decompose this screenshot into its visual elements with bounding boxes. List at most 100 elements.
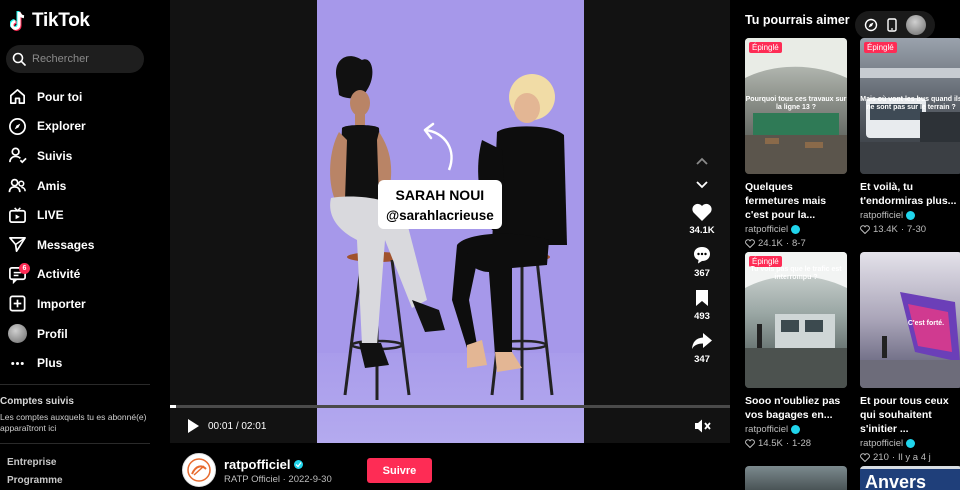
divider <box>0 443 150 444</box>
nav-item-pour-toi[interactable]: Pour toi <box>8 82 94 112</box>
reco-card[interactable]: Épinglé Mais où vont les bus quand ils n… <box>860 38 960 235</box>
footer-link-entreprise[interactable]: Entreprise <box>7 457 56 468</box>
followed-accounts-title: Comptes suivis <box>0 396 74 407</box>
nav-item-plus[interactable]: Plus <box>8 348 94 378</box>
reco-thumbnail[interactable]: Épinglé Pourquoi tous ces travaux sur la… <box>745 38 847 174</box>
reco-thumbnail[interactable]: Épinglé Tu vois pas que le trafic est in… <box>745 252 847 388</box>
tiktok-logo[interactable]: TikTok <box>10 10 90 32</box>
video-frame[interactable]: SARAH NOUI @sarahlacrieuse <box>317 0 584 443</box>
separator-dot: · <box>282 474 286 485</box>
user-follow-icon <box>8 146 27 165</box>
phone-icon[interactable] <box>887 18 897 32</box>
reco-card-author[interactable]: ratpofficiel <box>860 210 960 221</box>
like-count: 34.1K <box>689 225 715 236</box>
inbox-icon: 6 <box>8 262 30 284</box>
play-icon[interactable] <box>186 418 200 434</box>
comment-icon <box>694 247 710 264</box>
bookmark-icon <box>696 290 708 306</box>
account-avatar[interactable] <box>182 453 216 487</box>
like-button[interactable]: 34.1K <box>689 202 715 236</box>
video-player[interactable]: SARAH NOUI @sarahlacrieuse 34.1K 367 493… <box>170 0 730 443</box>
thumbnail-caption: Pourquoi tous ces travaux sur la ligne 1… <box>745 96 847 111</box>
verified-badge-icon <box>906 211 916 220</box>
compass-icon <box>8 117 27 136</box>
send-icon <box>8 235 27 254</box>
author-name: ratpofficiel <box>860 438 904 449</box>
reco-thumbnail[interactable]: Épinglé Mais où vont les bus quand ils n… <box>860 38 960 174</box>
nav-label: Activité <box>37 267 81 282</box>
sidebar: TikTok Pour toi Explorer Suivis <box>0 0 170 490</box>
search-bar[interactable] <box>6 45 144 73</box>
nav-item-profil[interactable]: Profil <box>8 319 94 349</box>
reco-card-title[interactable]: Sooo n'oubliez pas vos bagages en... <box>745 394 847 422</box>
like-count: 210 <box>873 452 889 463</box>
name-card: SARAH NOUI @sarahlacrieuse <box>378 180 502 229</box>
pinned-badge: Épinglé <box>864 42 897 53</box>
verified-badge-icon <box>791 425 801 434</box>
author-name: ratpofficiel <box>745 224 789 235</box>
reco-card-meta: 24.1K · 8-7 <box>745 238 847 249</box>
verified-badge-icon <box>791 225 801 234</box>
heart-outline-icon <box>860 225 870 234</box>
reco-thumbnail[interactable]: C'est forté. <box>860 252 960 388</box>
nav-label: Profil <box>37 326 68 341</box>
user-avatar[interactable] <box>906 15 927 35</box>
compass-small-icon[interactable] <box>864 18 878 32</box>
nav-item-suivis[interactable]: Suivis <box>8 141 94 171</box>
time-total: 02:01 <box>241 420 267 432</box>
profile-avatar <box>8 324 27 344</box>
share-arrow-icon <box>692 333 712 349</box>
reco-card-title[interactable]: Quelques fermetures mais c'est pour la..… <box>745 180 847 222</box>
follow-button[interactable]: Suivre <box>367 458 432 483</box>
reco-thumbnail-partial[interactable] <box>745 466 847 490</box>
reco-card-meta: 13.4K · 7-30 <box>860 224 960 235</box>
followed-accounts-text: Les comptes auxquels tu es abonné(e) app… <box>0 412 147 433</box>
reco-card-title[interactable]: Et voilà, tu t'endormiras plus... <box>860 180 960 208</box>
more-dots-icon <box>8 354 27 373</box>
main-nav: Pour toi Explorer Suivis Amis LIVE Messa… <box>8 82 94 378</box>
post-date: 2022-9-30 <box>288 474 332 485</box>
chevron-up-icon[interactable] <box>695 156 709 166</box>
time-current: 00:01 <box>208 420 234 432</box>
video-progress-bar[interactable] <box>170 405 730 408</box>
reco-card-author[interactable]: ratpofficiel <box>745 424 847 435</box>
account-name-row[interactable]: ratpofficiel <box>224 457 304 472</box>
reco-card[interactable]: C'est forté. Et pour tous ceux qui souha… <box>860 252 960 463</box>
reco-card[interactable]: Épinglé Pourquoi tous ces travaux sur la… <box>745 38 847 249</box>
nav-item-activite[interactable]: 6 Activité <box>8 260 94 290</box>
footer-link-programme[interactable]: Programme <box>7 475 63 486</box>
reco-card-author[interactable]: ratpofficiel <box>860 438 960 449</box>
reco-thumbnail-partial[interactable]: Anvers <box>860 466 960 490</box>
recommendations-panel: Tu pourrais aimer Épinglé Pourquoi tous … <box>730 0 960 490</box>
nav-item-amis[interactable]: Amis <box>8 171 94 201</box>
nav-label: Pour toi <box>37 89 83 104</box>
home-icon <box>8 87 27 106</box>
tiktok-note-icon <box>10 11 25 31</box>
search-input[interactable] <box>32 53 132 65</box>
author-name: ratpofficiel <box>745 424 789 435</box>
reco-card-author[interactable]: ratpofficiel <box>745 224 847 235</box>
chevron-down-icon[interactable] <box>695 180 709 190</box>
thumbnail-caption: Mais où vont les bus quand ils ne sont p… <box>860 96 960 111</box>
account-username[interactable]: ratpofficiel <box>224 457 290 472</box>
nav-label: LIVE <box>37 208 64 223</box>
logo-text: TikTok <box>32 10 90 31</box>
account-display-name: RATP Officiel <box>224 474 280 485</box>
notification-badge: 6 <box>19 262 30 274</box>
nav-item-live[interactable]: LIVE <box>8 200 94 230</box>
save-button[interactable]: 493 <box>694 288 710 322</box>
nav-label: Amis <box>37 178 67 193</box>
reco-card-title[interactable]: Et pour tous ceux qui souhaitent s'initi… <box>860 394 960 436</box>
reco-card[interactable]: Épinglé Tu vois pas que le trafic est in… <box>745 252 847 449</box>
nav-item-importer[interactable]: Importer <box>8 289 94 319</box>
nav-label: Suivis <box>37 148 73 163</box>
nav-item-messages[interactable]: Messages <box>8 230 94 260</box>
time-display: 00:01 / 02:01 <box>208 421 266 432</box>
divider <box>0 384 150 385</box>
share-button[interactable]: 347 <box>691 331 713 365</box>
mute-icon[interactable] <box>694 418 712 434</box>
verified-badge-icon <box>294 460 304 469</box>
name-card-handle: @sarahlacrieuse <box>386 208 494 223</box>
comment-button[interactable]: 367 <box>692 245 712 279</box>
nav-item-explorer[interactable]: Explorer <box>8 112 94 142</box>
